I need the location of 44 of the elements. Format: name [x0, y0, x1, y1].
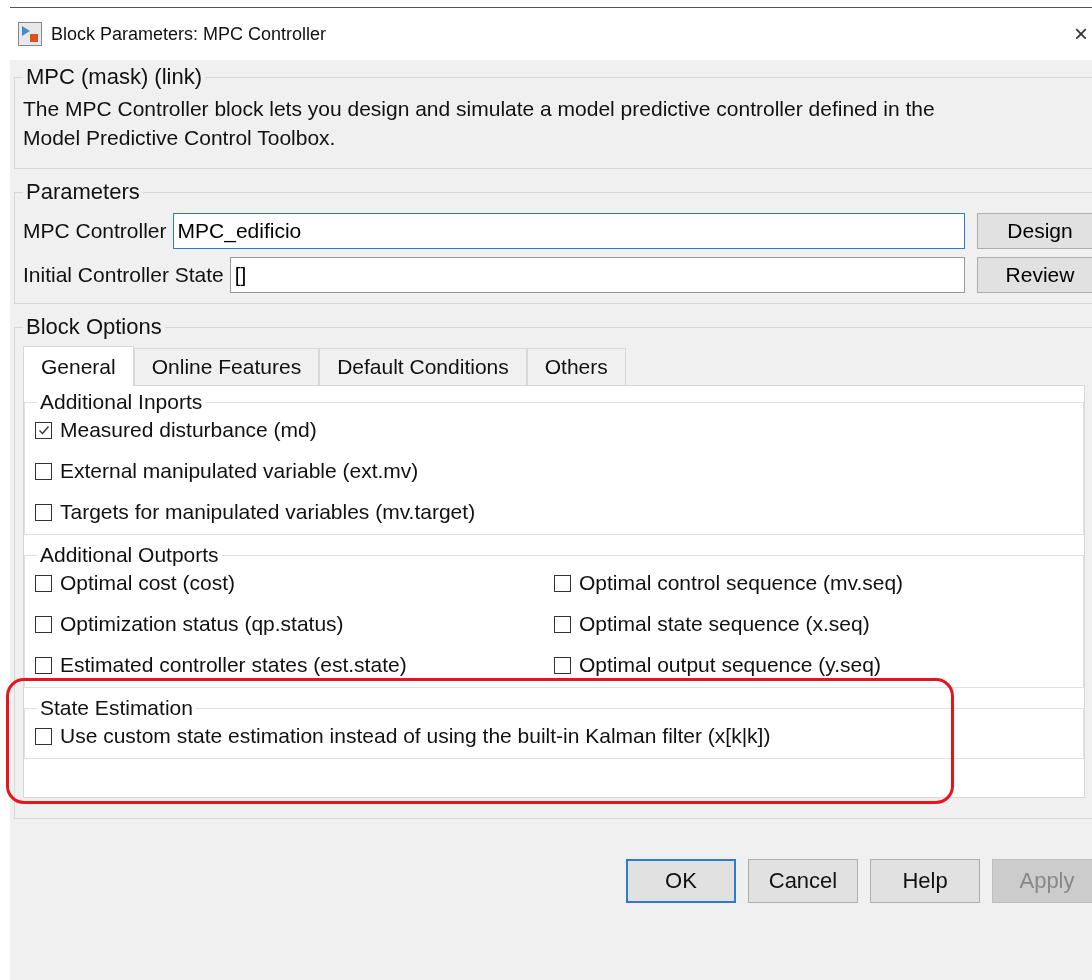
check-icon: [37, 424, 50, 436]
checkbox-label: Optimal control sequence (mv.seq): [579, 571, 904, 595]
checkbox[interactable]: [35, 615, 52, 633]
window-title: Block Parameters: MPC Controller: [51, 23, 327, 45]
checkbox[interactable]: [554, 656, 571, 674]
text-field[interactable]: []: [229, 257, 965, 293]
checkbox-label: External manipulated variable (ext.mv): [60, 459, 419, 483]
checkbox-label: Optimal output sequence (y.seq): [579, 653, 881, 677]
checkbox-label: Optimal cost (cost): [60, 571, 236, 595]
dialog-button[interactable]: Help: [870, 859, 980, 903]
field-label: Initial Controller State: [23, 263, 224, 287]
checkbox-label: Optimization status (qp.status): [60, 612, 344, 636]
group-title: State Estimation: [39, 696, 194, 720]
checkbox[interactable]: [35, 727, 52, 745]
checkbox[interactable]: [35, 462, 52, 480]
checkbox[interactable]: [35, 421, 52, 439]
side-button[interactable]: Review: [977, 257, 1092, 293]
side-button[interactable]: Design: [977, 213, 1092, 249]
tab[interactable]: Default Conditions: [319, 348, 527, 385]
checkbox[interactable]: [554, 574, 571, 592]
checkbox-label: Optimal state sequence (x.seq): [579, 612, 870, 636]
tab[interactable]: General: [23, 346, 134, 386]
checkbox[interactable]: [35, 574, 52, 592]
block-icon: [18, 22, 42, 46]
description-text: The MPC Controller block lets you design and simulate a model predictive controller defined in the Model Predictive Control Toolbox.: [23, 96, 936, 151]
group-title: Parameters: [25, 179, 141, 205]
tab[interactable]: Others: [526, 348, 626, 385]
dialog-button[interactable]: OK: [626, 859, 736, 903]
checkbox-label: Measured disturbance (md): [60, 418, 317, 442]
dialog-button[interactable]: Cancel: [748, 859, 858, 903]
group-title: Additional Inports: [39, 390, 204, 414]
checkbox[interactable]: [554, 615, 571, 633]
field-label: MPC Controller: [23, 219, 167, 243]
tab[interactable]: Online Features: [133, 348, 320, 385]
checkbox[interactable]: [35, 656, 52, 674]
text-field[interactable]: MPC_edificio: [172, 213, 965, 249]
group-title: Block Options: [25, 314, 163, 340]
group-title: MPC (mask) (link): [25, 64, 203, 90]
checkbox[interactable]: [35, 503, 52, 521]
group-title: Additional Outports: [39, 543, 220, 567]
checkbox-label: Estimated controller states (est.state): [60, 653, 407, 677]
checkbox-label: Targets for manipulated variables (mv.target): [60, 500, 476, 524]
close-button[interactable]: ×: [1074, 20, 1088, 48]
checkbox-label: Use custom state estimation instead of using the built-in Kalman filter (x[k|k]): [60, 724, 771, 748]
